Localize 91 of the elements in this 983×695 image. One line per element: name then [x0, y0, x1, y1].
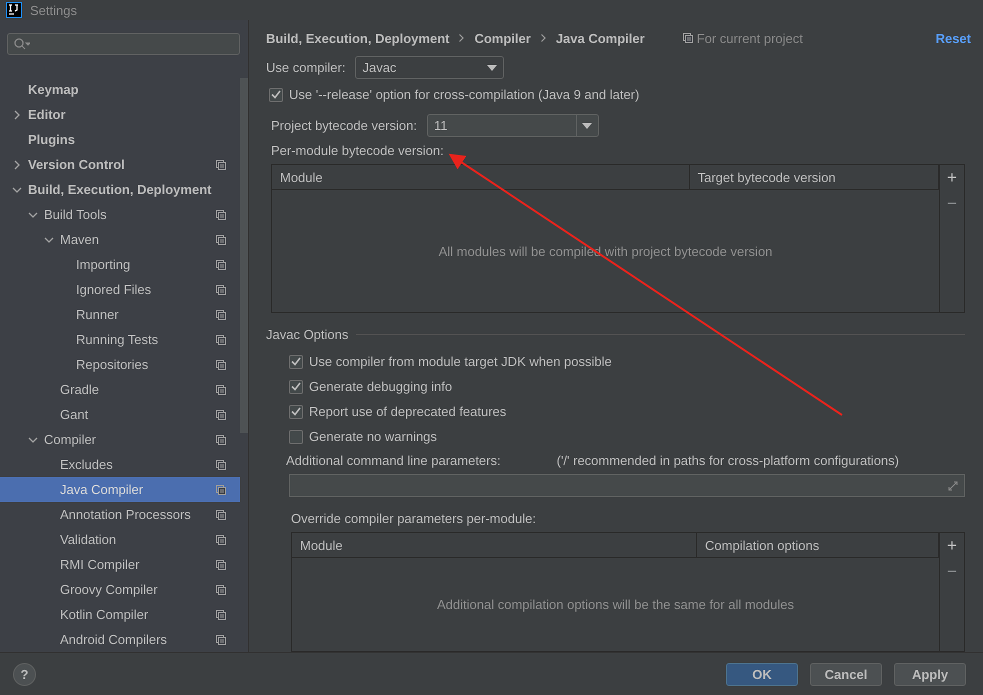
copy-icon [216, 260, 226, 270]
tree-item[interactable]: Groovy Compiler [0, 577, 240, 602]
tree-item[interactable]: Version Control [0, 152, 240, 177]
tree-item[interactable]: Running Tests [0, 327, 240, 352]
checkbox[interactable] [289, 380, 303, 394]
field-label: Use compiler: [266, 60, 346, 75]
chevron-right-icon [540, 34, 546, 42]
app-logo-icon [6, 2, 22, 18]
tree-item[interactable]: Runner [0, 302, 240, 327]
checkbox-label: Generate debugging info [309, 379, 452, 394]
section-label: Per-module bytecode version: [271, 143, 444, 158]
tree-item[interactable]: Keymap [0, 77, 240, 102]
tree-item[interactable]: Gradle [0, 377, 240, 402]
copy-icon [216, 384, 226, 394]
copy-icon [216, 334, 226, 344]
tree-item[interactable]: Annotation Processors [0, 502, 240, 527]
tree-item[interactable]: Kotlin Compiler [0, 602, 240, 627]
copy-icon [216, 484, 226, 494]
copy-icon [216, 434, 226, 444]
breadcrumb-item: Compiler [474, 30, 531, 46]
checkbox-label: Use compiler from module target JDK when possible [309, 354, 612, 369]
copy-icon [216, 210, 226, 220]
tree-item[interactable]: Java Compiler [0, 477, 240, 502]
tree-item[interactable]: Ignored Files [0, 277, 240, 302]
breadcrumb-item: Build, Execution, Deployment [266, 30, 450, 46]
copy-icon [216, 460, 226, 470]
remove-button[interactable]: − [940, 191, 964, 217]
tree-item[interactable]: Gant [0, 402, 240, 427]
copy-icon [216, 284, 226, 294]
copy-icon [216, 310, 226, 320]
expand-icon [948, 480, 958, 490]
copy-icon [216, 410, 226, 420]
column-header: Compilation options [697, 533, 939, 557]
tree-item[interactable]: Validation [0, 527, 240, 552]
copy-icon [216, 360, 226, 370]
dropdown-caret-icon [487, 64, 498, 70]
breadcrumb-item: Java Compiler [556, 30, 645, 46]
help-button[interactable]: ? [13, 662, 36, 686]
empty-table-text: Additional compilation options will be the same for all modules [437, 597, 794, 612]
tree-item[interactable]: Importing [0, 252, 240, 277]
dropdown-caret-icon [582, 122, 592, 128]
tree-item[interactable]: Build, Execution, Deployment [0, 177, 240, 202]
tree-item[interactable]: RMI Compiler [0, 552, 240, 577]
field-label: Additional command line parameters: [286, 453, 501, 468]
field-label: Project bytecode version: [271, 118, 417, 133]
hint-text: ('/' recommended in paths for cross-platform configurations) [556, 453, 899, 468]
copy-icon [216, 560, 226, 570]
scrollbar[interactable] [240, 78, 248, 433]
tree-item[interactable]: Build Tools [0, 202, 240, 227]
ok-button[interactable]: OK [726, 662, 798, 686]
checkbox-label: Generate no warnings [309, 429, 437, 444]
tree-item[interactable]: Android Compilers [0, 627, 240, 652]
cancel-button[interactable]: Cancel [810, 662, 882, 686]
add-button[interactable]: + [940, 165, 964, 191]
column-header: Target bytecode version [690, 165, 939, 189]
tree-item[interactable]: Editor [0, 102, 240, 127]
column-header: Module [272, 165, 690, 189]
window-title: Settings [30, 2, 77, 18]
scope-note: For current project [696, 30, 803, 46]
checkbox[interactable] [289, 354, 303, 368]
copy-icon [682, 33, 693, 43]
copy-icon [216, 584, 226, 594]
compiler-dropdown[interactable]: Javac [355, 56, 504, 79]
tree-item[interactable]: Plugins [0, 127, 240, 152]
remove-button[interactable]: − [940, 559, 964, 585]
tree-item[interactable]: Repositories [0, 352, 240, 377]
add-button[interactable]: + [940, 533, 964, 559]
chevron-right-icon [459, 34, 464, 42]
copy-icon [216, 510, 226, 520]
reset-link[interactable]: Reset [936, 30, 971, 46]
copy-icon [216, 160, 226, 170]
apply-button[interactable]: Apply [894, 662, 966, 686]
section-title: Javac Options [266, 327, 348, 342]
copy-icon [216, 234, 226, 244]
bytecode-version-combo[interactable]: 11 [426, 114, 599, 137]
column-header: Module [292, 533, 698, 557]
checkbox[interactable] [289, 430, 303, 444]
checkbox-label: Use '--release' option for cross-compilation (Java 9 and later) [289, 87, 640, 102]
tree-item[interactable]: Maven [0, 227, 240, 252]
copy-icon [216, 634, 226, 644]
copy-icon [216, 610, 226, 620]
search-icon [14, 38, 30, 50]
tree-item[interactable]: Excludes [0, 452, 240, 477]
checkbox[interactable] [289, 404, 303, 418]
copy-icon [216, 534, 226, 544]
search-field[interactable] [7, 33, 240, 55]
checkbox-label: Report use of deprecated features [309, 404, 506, 419]
tree-item[interactable]: Compiler [0, 427, 240, 452]
parameters-field[interactable] [289, 474, 965, 497]
section-label: Override compiler parameters per-module: [291, 511, 536, 526]
checkbox[interactable] [269, 88, 283, 102]
